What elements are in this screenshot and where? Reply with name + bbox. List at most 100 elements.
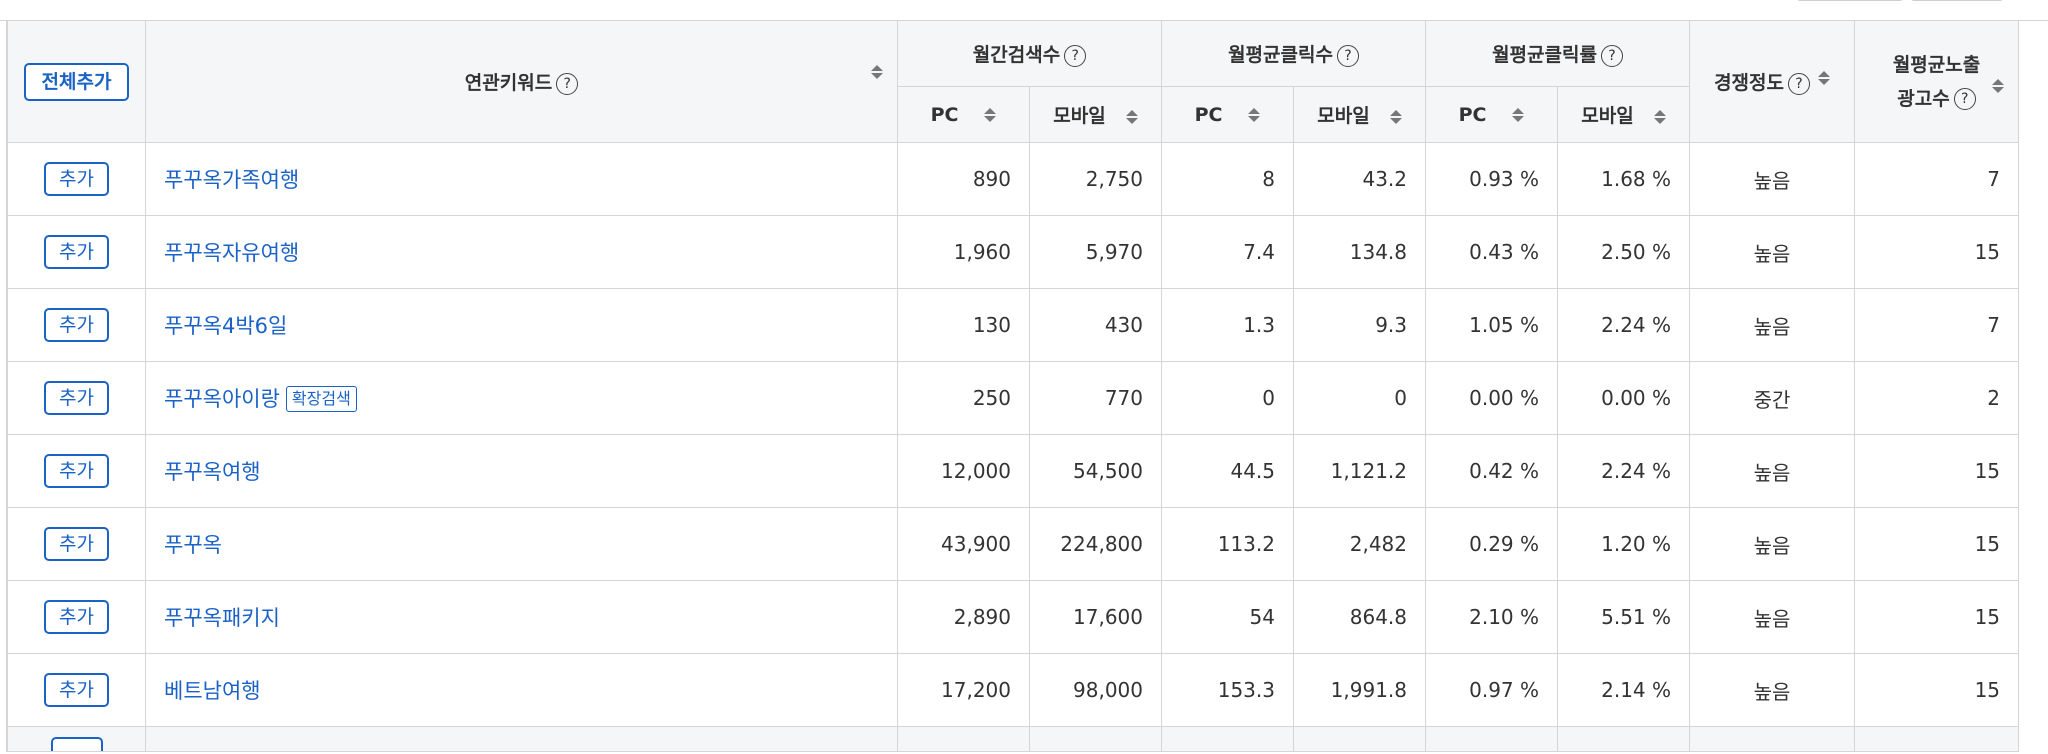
sort-icon[interactable] [1125,109,1138,124]
add-cell: 추가 [7,142,146,216]
ctr-pc-cell: 2.10 % [1425,580,1559,654]
click-pc-cell: 113.2 [1161,507,1294,581]
ctr-pc-header[interactable]: PC [1425,86,1559,143]
sort-icon[interactable] [1512,108,1525,122]
competition-cell: 높음 [1689,580,1856,654]
expanded-search-badge[interactable]: 확장검색 [285,386,357,412]
keyword-link[interactable]: 푸꾸옥 [164,533,222,557]
competition-cell: 중간 [1689,361,1856,435]
help-icon[interactable]: ? [1600,44,1623,67]
ads-label-line1: 월평균노출 [1892,53,1981,76]
keyword-link[interactable]: 푸꾸옥가족여행 [164,168,299,192]
ctr-pc-cell: 0.42 % [1425,434,1559,508]
ctr-mobile-header[interactable]: 모바일 [1557,86,1691,143]
sort-icon[interactable] [871,65,883,79]
keyword-column-header[interactable]: 연관키워드? [145,20,898,143]
ctr-mobile-cell: 2.50 % [1557,215,1691,289]
table-row: 추가 푸꾸옥4박6일 130 430 1.3 9.3 1.05 % 2.24 % 높음 7 [7,288,2020,362]
mobile-label: 모바일 [1317,105,1370,127]
search-mobile-cell: 5,970 [1029,215,1162,289]
keyword-link[interactable]: 푸꾸옥여행 [164,460,261,484]
keyword-link[interactable]: 푸꾸옥4박6일 [164,314,287,338]
keyword-link[interactable]: 푸꾸옥자유여행 [164,241,299,265]
search-mobile-cell: 54,500 [1029,434,1162,508]
table-body: 추가 푸꾸옥가족여행 890 2,750 8 43.2 0.93 % 1.68 % 높음 7 추가 푸… [7,142,2020,752]
ctr-pc-cell: 0.29 % [1425,507,1559,581]
monthly-ctr-label: 월평균클릭률 [1492,44,1597,66]
empty-cell [145,726,898,752]
help-icon[interactable]: ? [556,72,579,95]
search-pc-cell: 890 [897,142,1030,216]
empty-cell [897,726,1030,752]
sort-icon[interactable] [1389,109,1402,124]
help-icon[interactable]: ? [1787,72,1810,95]
keyword-table: 전체추가 연관키워드? 월간검색수? 월평균클릭수? 월평균클릭률? 경쟁정도?… [7,20,2020,752]
table-row: 추가 푸꾸옥가족여행 890 2,750 8 43.2 0.93 % 1.68 % 높음 7 [7,142,2020,216]
add-button[interactable]: 추가 [44,162,109,196]
search-pc-header[interactable]: PC [897,86,1030,143]
keyword-link[interactable]: 푸꾸옥아이랑 [164,387,280,411]
add-button[interactable]: 추가 [44,381,109,415]
ctr-mobile-cell: 2.14 % [1557,653,1691,727]
add-button[interactable]: 추가 [44,527,109,561]
ctr-mobile-cell: 1.20 % [1557,507,1691,581]
search-mobile-header[interactable]: 모바일 [1029,86,1162,143]
empty-cell [1029,726,1162,752]
add-all-button[interactable]: 전체추가 [23,62,130,101]
search-mobile-cell: 98,000 [1029,653,1162,727]
toolbar-button-partial[interactable] [1796,0,1904,1]
search-pc-cell: 250 [897,361,1030,435]
competition-column-header[interactable]: 경쟁정도? [1689,20,1856,143]
add-button[interactable]: 추가 [44,308,109,342]
ads-label-line2: 광고수 [1897,87,1950,110]
ctr-mobile-cell: 1.68 % [1557,142,1691,216]
ctr-pc-cell: 0.00 % [1425,361,1559,435]
click-pc-header[interactable]: PC [1161,86,1294,143]
sort-icon[interactable] [1817,71,1830,85]
keyword-column-label: 연관키워드 [464,72,553,94]
add-cell: 추가 [7,361,146,435]
monthly-search-label: 월간검색수 [972,44,1061,66]
click-mobile-cell: 1,121.2 [1292,434,1427,508]
click-mobile-header[interactable]: 모바일 [1292,86,1427,143]
empty-cell [1689,726,1856,752]
keyword-link[interactable]: 베트남여행 [164,679,261,703]
ads-count-cell: 2 [1854,361,2020,435]
toolbar-button-partial[interactable] [1910,0,2004,1]
add-cell: 추가 [7,215,146,289]
mobile-label: 모바일 [1581,105,1634,127]
table-row: 추가 푸꾸옥 43,900 224,800 113.2 2,482 0.29 % 1.20 %… [7,507,2020,581]
help-icon[interactable]: ? [1953,88,1976,110]
empty-cell [1292,726,1427,752]
add-button-partial[interactable] [50,737,103,751]
empty-cell [1557,726,1691,752]
help-icon[interactable]: ? [1336,44,1359,67]
add-button[interactable]: 추가 [44,454,109,488]
table-row: 추가 푸꾸옥아이랑 확장검색 250 770 0 0 0.00 % 0.00 % 중간 2 [7,361,2020,435]
help-icon[interactable]: ? [1064,44,1087,67]
sort-icon[interactable] [1653,109,1666,124]
monthly-ctr-group-header: 월평균클릭률? [1425,20,1691,87]
keyword-cell: 베트남여행 [145,653,898,727]
keyword-table-container: 전체추가 연관키워드? 월간검색수? 월평균클릭수? 월평균클릭률? 경쟁정도?… [6,20,2020,752]
ctr-pc-cell: 0.93 % [1425,142,1559,216]
add-button[interactable]: 추가 [44,235,109,269]
add-all-header: 전체추가 [7,20,146,143]
table-row: 추가 푸꾸옥패키지 2,890 17,600 54 864.8 2.10 % 5.51 % 높음… [7,580,2020,654]
keyword-cell: 푸꾸옥 [145,507,898,581]
ctr-mobile-cell: 2.24 % [1557,434,1691,508]
competition-cell: 높음 [1689,215,1856,289]
keyword-cell: 푸꾸옥아이랑 확장검색 [145,361,898,435]
ads-column-header[interactable]: 월평균노출 광고수? [1854,20,2020,143]
add-button[interactable]: 추가 [44,600,109,634]
sort-icon[interactable] [1992,79,2005,93]
sort-icon[interactable] [1248,108,1261,122]
add-button[interactable]: 추가 [44,673,109,707]
ads-count-cell: 15 [1854,507,2020,581]
ctr-mobile-cell: 0.00 % [1557,361,1691,435]
competition-cell: 높음 [1689,434,1856,508]
add-cell: 추가 [7,434,146,508]
click-pc-cell: 1.3 [1161,288,1294,362]
sort-icon[interactable] [984,108,997,122]
keyword-link[interactable]: 푸꾸옥패키지 [164,606,280,630]
